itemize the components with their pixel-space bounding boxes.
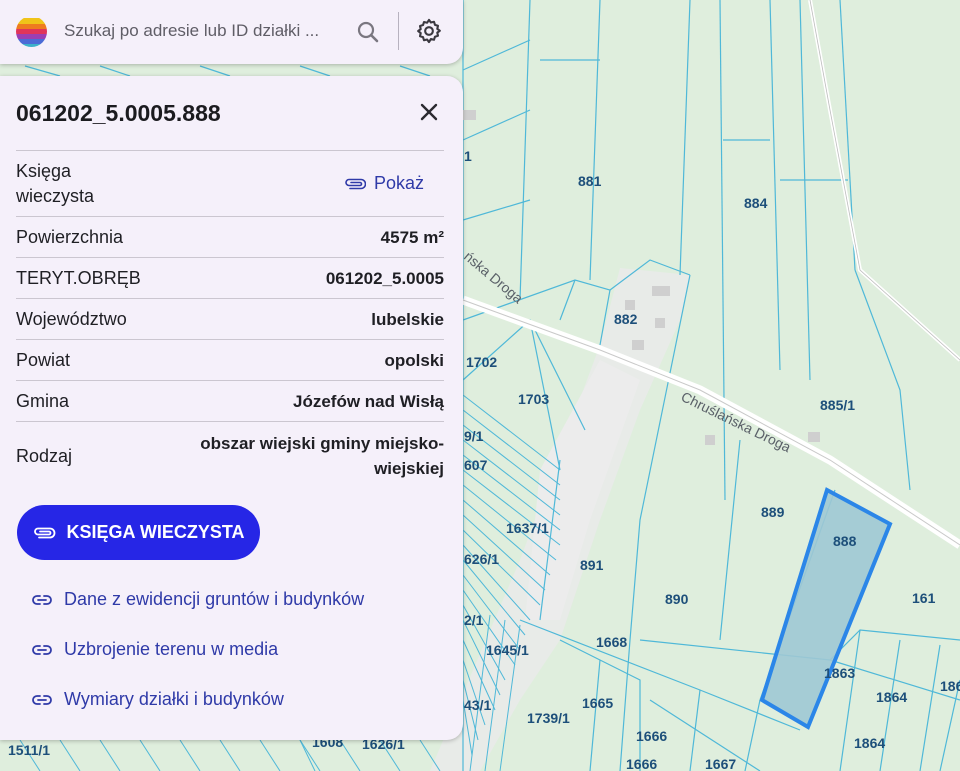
attribute-value: opolski	[384, 350, 444, 370]
paperclip-icon	[34, 527, 56, 538]
attribute-label: Gmina	[16, 390, 70, 411]
land-register-label: Księga wieczysta	[16, 160, 95, 206]
link-label: Dane z ewidencji gruntów i budynków	[64, 589, 365, 609]
parcel-label: 607	[464, 457, 488, 473]
cadastral-data-link[interactable]: Dane z ewidencji gruntów i budynków	[32, 589, 364, 610]
parcel-label: 1864	[854, 735, 885, 751]
parcel-attributes: Księga wieczysta Pokaż Powierzchnia 4575…	[16, 150, 444, 490]
attribute-value: 061202_5.0005	[325, 268, 444, 288]
parcel-label: 1645/1	[486, 642, 529, 658]
search-button[interactable]	[352, 16, 384, 48]
parcel-label: 890	[665, 591, 689, 607]
link-label: Wymiary działki i budynków	[64, 689, 284, 709]
parcel-label: 1863	[824, 665, 855, 681]
link-icon	[32, 694, 52, 705]
parcel-label: 1666	[636, 728, 667, 744]
attribute-label: Powiat	[16, 349, 71, 370]
search-icon	[357, 21, 379, 43]
search-divider	[398, 12, 399, 50]
attribute-row: Gmina Józefów nad Wisłą	[16, 380, 444, 421]
land-register-row: Księga wieczysta Pokaż	[16, 150, 444, 216]
settings-button[interactable]	[412, 14, 446, 48]
parcel-label: 884	[744, 195, 768, 211]
show-link-label: Pokaż	[373, 173, 424, 193]
attribute-value: obszar wiejski gminy miejsko-wiejskiej	[200, 434, 444, 478]
close-icon	[420, 103, 438, 121]
parcel-label: 1703	[518, 391, 549, 407]
parcel-label: 1667	[705, 756, 736, 771]
attribute-row: TERYT.OBRĘB 061202_5.0005	[16, 257, 444, 298]
attribute-value: Józefów nad Wisłą	[293, 391, 444, 411]
parcel-id-title: 061202_5.0005.888	[16, 100, 221, 126]
parcel-label: 161	[912, 590, 936, 606]
attribute-label: Powierzchnia	[16, 226, 124, 247]
parcel-label: 1864	[876, 689, 907, 705]
parcel-label: 1	[464, 148, 472, 164]
parcel-label: 2/1	[464, 612, 484, 628]
paperclip-icon	[345, 178, 366, 189]
parcel-label: 43/1	[464, 697, 491, 713]
attribute-row: Województwo lubelskie	[16, 298, 444, 339]
show-land-register-link[interactable]: Pokaż	[344, 173, 424, 194]
logo-icon	[16, 16, 47, 47]
utilities-link[interactable]: Uzbrojenie terenu w media	[32, 639, 278, 660]
parcel-label: 889	[761, 504, 785, 520]
parcel-label: 882	[614, 311, 638, 327]
parcel-label: 9/1	[464, 428, 484, 444]
parcel-label: 891	[580, 557, 604, 573]
parcel-label: 1668	[596, 634, 627, 650]
attribute-row: Powierzchnia 4575 m²	[16, 216, 444, 257]
link-icon	[32, 644, 52, 655]
search-input[interactable]	[64, 18, 334, 44]
attribute-value: 4575 m²	[380, 227, 444, 247]
parcel-label: 1739/1	[527, 710, 570, 726]
link-label: Uzbrojenie terenu w media	[64, 639, 279, 659]
search-bar	[0, 0, 463, 64]
parcel-label: 626/1	[464, 551, 499, 567]
attribute-row: Rodzaj obszar wiejski gminy miejsko-wiej…	[16, 421, 444, 490]
parcel-label: 1702	[466, 354, 497, 370]
attribute-value: lubelskie	[371, 309, 444, 329]
close-button[interactable]	[413, 96, 445, 128]
gear-icon	[417, 18, 441, 44]
attribute-label: Rodzaj	[16, 445, 73, 466]
attribute-label: TERYT.OBRĘB	[16, 267, 141, 288]
attribute-label: Województwo	[16, 308, 127, 329]
dimensions-link[interactable]: Wymiary działki i budynków	[32, 689, 284, 710]
land-register-button[interactable]: KSIĘGA WIECZYSTA	[17, 505, 260, 560]
link-icon	[32, 594, 52, 605]
parcel-label: 885/1	[820, 397, 855, 413]
parcel-label: 1666	[626, 756, 657, 771]
land-register-button-label: KSIĘGA WIECZYSTA	[66, 522, 245, 542]
attribute-row: Powiat opolski	[16, 339, 444, 380]
parcel-label: 1637/1	[506, 520, 549, 536]
parcel-details-panel: 061202_5.0005.888 Księga wieczysta Pokaż…	[0, 76, 463, 740]
parcel-label: 888	[833, 533, 857, 549]
parcel-label: 1665	[582, 695, 613, 711]
parcel-label: 186	[940, 678, 960, 694]
parcel-label: 881	[578, 173, 602, 189]
parcel-label: 1511/1	[8, 742, 50, 758]
